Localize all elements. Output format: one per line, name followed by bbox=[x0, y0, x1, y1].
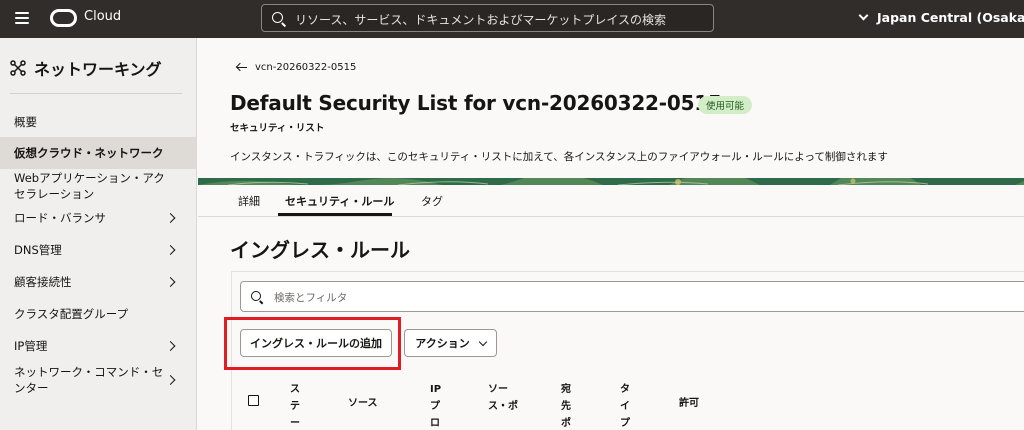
sidebar-title: ネットワーキング bbox=[10, 56, 162, 80]
tab-security-rules[interactable]: セキュリティ・ルール bbox=[285, 193, 394, 209]
region-selector[interactable]: Japan Central (Osaka) bbox=[858, 10, 1024, 25]
networking-icon bbox=[10, 60, 26, 76]
column-header-type[interactable]: タイプ bbox=[620, 381, 632, 430]
sidebar-item-cluster-placement[interactable]: クラスタ配置グループ bbox=[0, 304, 196, 324]
chevron-right-icon bbox=[165, 341, 176, 351]
sidebar-item-label: ロード・バランサ bbox=[14, 211, 106, 225]
hamburger-menu-icon[interactable] bbox=[15, 12, 29, 24]
search-filter-input[interactable]: 検索とフィルタ bbox=[240, 281, 1024, 312]
column-header-source-port[interactable]: ソース・ポ bbox=[488, 381, 520, 415]
sidebar-item-dns[interactable]: DNS管理 bbox=[0, 240, 196, 260]
column-header-dest-port[interactable]: 宛先ポ bbox=[561, 381, 573, 430]
sidebar-item-label: ネットワーク・コマンド・センター bbox=[14, 365, 164, 395]
page-description: インスタンス・トラフィックは、このセキュリティ・リストに加えて、各インスタンス上… bbox=[230, 151, 888, 163]
page-subtitle: セキュリティ・リスト bbox=[230, 123, 325, 134]
highlight-box bbox=[224, 317, 401, 370]
global-search-input[interactable]: リソース、サービス、ドキュメントおよびマーケットプレイスの検索 bbox=[261, 4, 714, 32]
sidebar-item-label: 概要 bbox=[14, 115, 37, 129]
main-content: vcn-20260322-0515 Default Security List … bbox=[198, 38, 1024, 430]
breadcrumb: vcn-20260322-0515 bbox=[255, 62, 357, 73]
actions-button[interactable]: アクション bbox=[404, 329, 497, 357]
tab-details[interactable]: 詳細 bbox=[238, 193, 260, 209]
sidebar-item-vcn[interactable]: 仮想クラウド・ネットワーク bbox=[0, 137, 196, 169]
region-label: Japan Central (Osaka) bbox=[877, 10, 1024, 25]
back-link[interactable]: vcn-20260322-0515 bbox=[236, 62, 356, 73]
sidebar-item-overview[interactable]: 概要 bbox=[0, 113, 196, 131]
search-icon bbox=[251, 291, 261, 301]
sidebar-item-web-acceleration[interactable]: Webアプリケーション・アクセラレーション bbox=[0, 169, 196, 203]
chevron-right-icon bbox=[165, 277, 176, 287]
active-tab-indicator bbox=[278, 213, 392, 216]
sidebar: ネットワーキング 概要 仮想クラウド・ネットワーク Webアプリケーション・アク… bbox=[0, 38, 197, 430]
sidebar-divider bbox=[10, 93, 182, 94]
filter-placeholder: 検索とフィルタ bbox=[274, 292, 348, 304]
column-header-allow[interactable]: 許可 bbox=[679, 395, 699, 412]
chevron-down-icon bbox=[478, 337, 487, 346]
sidebar-item-network-command-center[interactable]: ネットワーク・コマンド・センター bbox=[0, 363, 196, 397]
actions-button-label: アクション bbox=[415, 337, 470, 350]
decorative-banner bbox=[198, 178, 1024, 185]
select-all-checkbox[interactable] bbox=[248, 395, 259, 406]
column-header-status[interactable]: ステー bbox=[290, 381, 302, 430]
status-badge: 使用可能 bbox=[698, 96, 753, 114]
sidebar-item-ip-management[interactable]: IP管理 bbox=[0, 336, 196, 356]
search-placeholder: リソース、サービス、ドキュメントおよびマーケットプレイスの検索 bbox=[295, 13, 667, 27]
section-title: イングレス・ルール bbox=[230, 238, 410, 262]
page-title: Default Security List for vcn-20260322-0… bbox=[230, 91, 722, 115]
sidebar-item-label: 仮想クラウド・ネットワーク bbox=[14, 146, 164, 160]
search-icon bbox=[272, 12, 283, 23]
tab-tags[interactable]: タグ bbox=[421, 193, 443, 209]
sidebar-item-load-balancer[interactable]: ロード・バランサ bbox=[0, 208, 196, 228]
sidebar-item-label: DNS管理 bbox=[14, 243, 62, 257]
sidebar-item-label: IP管理 bbox=[14, 339, 48, 353]
brand-label[interactable]: Cloud bbox=[84, 9, 121, 24]
column-header-source[interactable]: ソース bbox=[348, 395, 378, 412]
chevron-right-icon bbox=[165, 213, 176, 223]
sidebar-title-label: ネットワーキング bbox=[34, 60, 162, 79]
oracle-logo-icon[interactable] bbox=[50, 9, 77, 27]
arrow-left-icon bbox=[236, 64, 247, 72]
sidebar-item-label: 顧客接続性 bbox=[14, 275, 72, 289]
column-header-ip-protocol[interactable]: IPプロ bbox=[430, 381, 442, 430]
chevron-right-icon bbox=[165, 245, 176, 255]
sidebar-item-customer-connectivity[interactable]: 顧客接続性 bbox=[0, 272, 196, 292]
top-bar: Cloud リソース、サービス、ドキュメントおよびマーケットプレイスの検索 Ja… bbox=[0, 0, 1024, 38]
tab-bar: 詳細 セキュリティ・ルール タグ bbox=[198, 185, 1024, 217]
chevron-right-icon bbox=[165, 375, 176, 385]
chevron-down-icon bbox=[858, 10, 869, 21]
sidebar-item-label: Webアプリケーション・アクセラレーション bbox=[14, 171, 165, 201]
sidebar-item-label: クラスタ配置グループ bbox=[14, 307, 129, 321]
